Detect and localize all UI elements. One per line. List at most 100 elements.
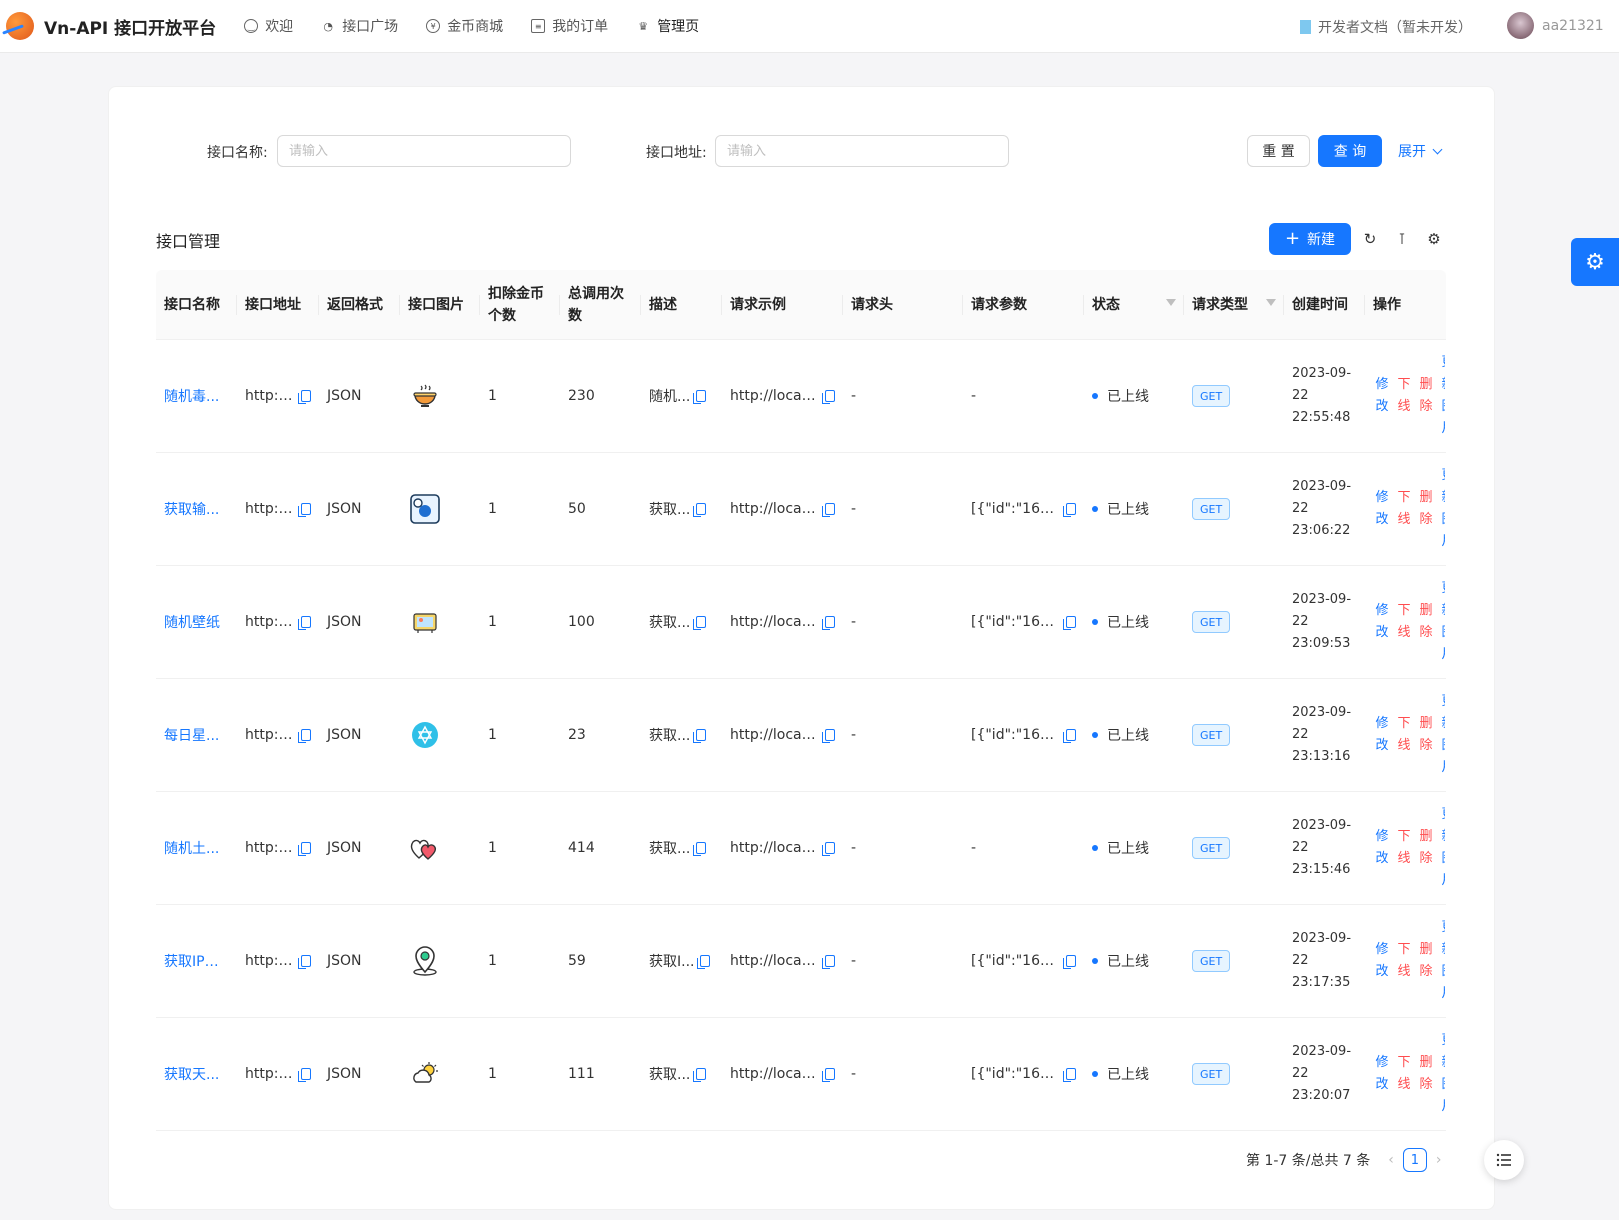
copy-icon[interactable] <box>693 1068 707 1082</box>
filter-icon[interactable] <box>1166 299 1176 306</box>
update-image-action[interactable]: 更新图片 <box>1439 917 1445 1005</box>
copy-icon[interactable] <box>822 955 835 969</box>
offline-action[interactable]: 下线 <box>1395 713 1413 757</box>
prev-page-icon[interactable]: ‹ <box>1388 1152 1394 1168</box>
edit-action[interactable]: 修改 <box>1373 713 1391 757</box>
copy-icon[interactable] <box>298 390 311 404</box>
edit-action[interactable]: 修改 <box>1373 826 1391 870</box>
table-cell <box>400 792 480 904</box>
reload-icon[interactable]: ↻ <box>1362 230 1378 248</box>
offline-action[interactable]: 下线 <box>1395 487 1413 531</box>
copy-icon[interactable] <box>1063 503 1076 517</box>
update-image-action-char: 图 <box>1441 961 1445 983</box>
update-image-action-char: 图 <box>1441 396 1445 418</box>
update-image-action-char: 更 <box>1441 352 1445 374</box>
copy-icon[interactable] <box>1063 616 1076 630</box>
api-name-link[interactable]: 获取天... <box>164 1064 219 1084</box>
logo[interactable]: Vn-API 接口开放平台 <box>6 12 216 40</box>
nav-item-welcome[interactable]: ‿ 欢迎 <box>230 0 307 53</box>
copy-icon[interactable] <box>693 842 707 856</box>
user-menu[interactable]: aa21321 <box>1507 12 1604 39</box>
column-height-icon[interactable]: ⊺ <box>1394 230 1410 248</box>
coin-cost: 1 <box>488 953 497 969</box>
edit-action[interactable]: 修改 <box>1373 487 1391 531</box>
wallpaper-icon <box>408 605 442 639</box>
delete-action[interactable]: 删除 <box>1417 1052 1435 1096</box>
table-cell: 414 <box>560 792 641 904</box>
table-cell: http://localh... <box>722 1018 843 1130</box>
floating-menu-button[interactable] <box>1484 1140 1524 1180</box>
update-image-action[interactable]: 更新图片 <box>1439 691 1445 779</box>
offline-action[interactable]: 下线 <box>1395 939 1413 983</box>
api-url-input[interactable] <box>715 135 1009 167</box>
edit-action[interactable]: 修改 <box>1373 1052 1391 1096</box>
copy-icon[interactable] <box>298 1068 311 1082</box>
copy-icon[interactable] <box>822 616 835 630</box>
query-button[interactable]: 查 询 <box>1318 135 1382 167</box>
copy-icon[interactable] <box>822 503 835 517</box>
nav-item-coin-shop[interactable]: ¥ 金币商城 <box>412 0 517 53</box>
nav-item-api-square[interactable]: ◔ 接口广场 <box>307 0 412 53</box>
copy-icon[interactable] <box>697 955 711 969</box>
nav-label: 我的订单 <box>552 19 609 35</box>
filter-icon[interactable] <box>1266 299 1276 306</box>
copy-icon[interactable] <box>822 729 835 743</box>
copy-icon[interactable] <box>693 503 707 517</box>
edit-action[interactable]: 修改 <box>1373 600 1391 644</box>
api-name-link[interactable]: 随机土... <box>164 838 219 858</box>
update-image-action[interactable]: 更新图片 <box>1439 578 1445 666</box>
update-image-action[interactable]: 更新图片 <box>1439 352 1445 440</box>
delete-action[interactable]: 删除 <box>1417 487 1435 531</box>
update-image-action[interactable]: 更新图片 <box>1439 804 1445 892</box>
edit-action[interactable]: 修改 <box>1373 374 1391 418</box>
copy-icon[interactable] <box>822 390 835 404</box>
page-number[interactable]: 1 <box>1402 1148 1427 1172</box>
offline-action[interactable]: 下线 <box>1395 374 1413 418</box>
delete-action[interactable]: 删除 <box>1417 826 1435 870</box>
copy-icon[interactable] <box>298 842 311 856</box>
delete-action[interactable]: 删除 <box>1417 600 1435 644</box>
expand-toggle[interactable]: 展开 <box>1398 141 1443 161</box>
copy-icon[interactable] <box>298 729 311 743</box>
update-image-action-char: 更 <box>1441 804 1445 826</box>
copy-icon[interactable] <box>298 955 311 969</box>
update-image-action[interactable]: 更新图片 <box>1439 465 1445 553</box>
table-row: 随机壁纸 http:/... JSON 1 100 获取... http://localh.… <box>156 566 1446 679</box>
copy-icon[interactable] <box>1063 729 1076 743</box>
table-cell: - <box>843 792 963 904</box>
action-group: 修改下线删除更新图片 <box>1373 1030 1445 1118</box>
setting-icon[interactable]: ⚙ <box>1426 230 1442 248</box>
copy-icon[interactable] <box>693 616 707 630</box>
floating-settings-button[interactable]: ⚙ <box>1571 238 1619 286</box>
table-row: 每日星... http:/... JSON 1 23 获取... http://localh… <box>156 679 1446 792</box>
developer-docs-link[interactable]: 开发者文档（暂未开发） <box>1300 17 1472 37</box>
offline-action[interactable]: 下线 <box>1395 600 1413 644</box>
copy-icon[interactable] <box>693 729 707 743</box>
copy-icon[interactable] <box>298 616 311 630</box>
copy-icon[interactable] <box>298 503 311 517</box>
copy-icon[interactable] <box>822 1068 835 1082</box>
copy-icon[interactable] <box>1063 1068 1076 1082</box>
api-name-input[interactable] <box>277 135 571 167</box>
next-page-icon[interactable]: › <box>1436 1152 1442 1168</box>
api-name-link[interactable]: 随机毒... <box>164 386 219 406</box>
delete-action[interactable]: 删除 <box>1417 374 1435 418</box>
api-name-link[interactable]: 获取输... <box>164 499 219 519</box>
copy-icon[interactable] <box>822 842 835 856</box>
new-button[interactable]: + 新建 <box>1269 223 1351 255</box>
delete-action[interactable]: 删除 <box>1417 713 1435 757</box>
api-name-link[interactable]: 获取IP信... <box>164 951 229 971</box>
update-image-action[interactable]: 更新图片 <box>1439 1030 1445 1118</box>
api-name-link[interactable]: 每日星... <box>164 725 219 745</box>
edit-action[interactable]: 修改 <box>1373 939 1391 983</box>
copy-icon[interactable] <box>693 390 707 404</box>
offline-action[interactable]: 下线 <box>1395 1052 1413 1096</box>
nav-item-my-orders[interactable]: ≡ 我的订单 <box>517 0 622 53</box>
api-name-link[interactable]: 随机壁纸 <box>164 612 220 632</box>
delete-action[interactable]: 删除 <box>1417 939 1435 983</box>
offline-action[interactable]: 下线 <box>1395 826 1413 870</box>
reset-button[interactable]: 重 置 <box>1247 135 1310 167</box>
copy-icon[interactable] <box>1063 955 1076 969</box>
gear-icon: ⚙ <box>1585 249 1605 275</box>
nav-item-admin[interactable]: ♛ 管理页 <box>622 0 713 53</box>
